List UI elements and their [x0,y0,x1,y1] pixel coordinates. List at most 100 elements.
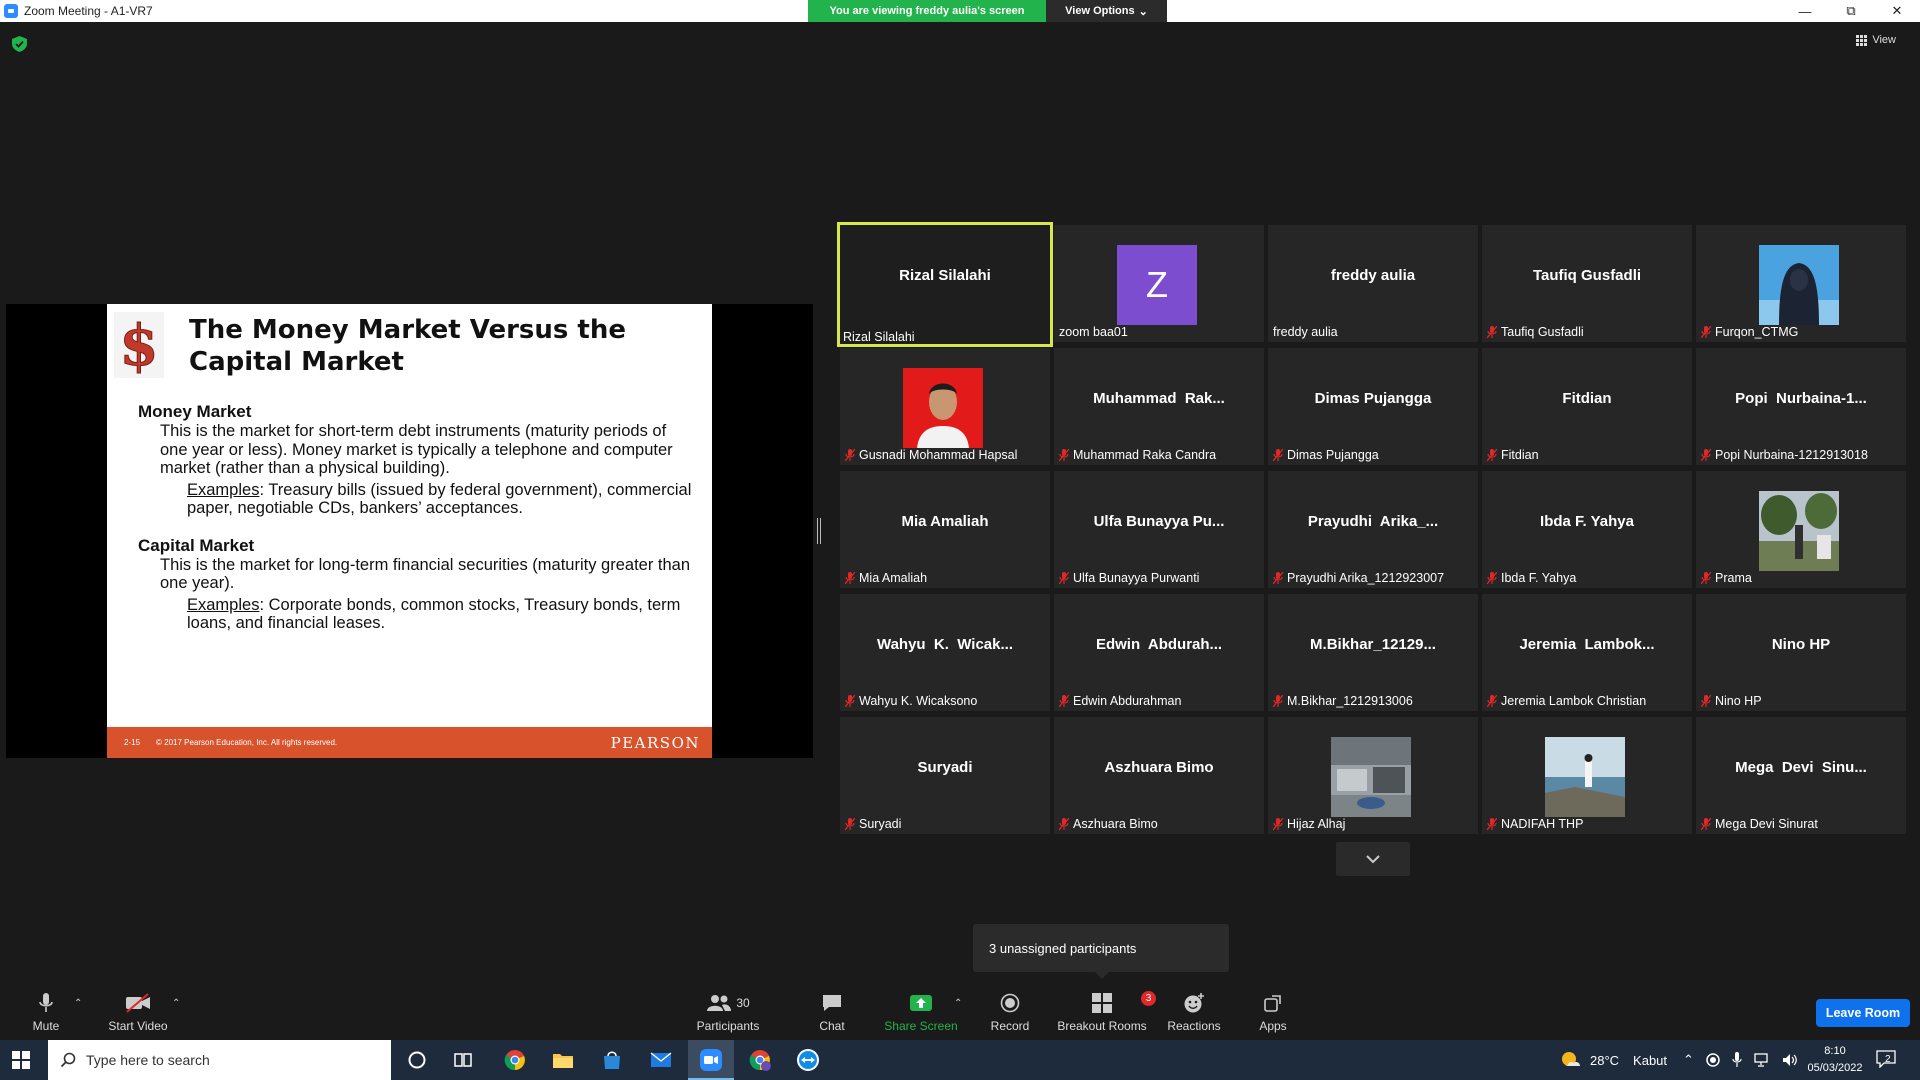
video-options-caret-icon[interactable]: ⌃ [172,998,180,1009]
participant-tile[interactable]: M.Bikhar_12129... M.Bikhar_1212913006 [1268,594,1478,711]
participant-tile[interactable]: freddy aulia freddy aulia [1268,225,1478,342]
leave-room-button[interactable]: Leave Room [1816,999,1910,1027]
participant-name: Furqon_CTMG [1715,325,1799,339]
participant-tile[interactable]: Aszhuara Bimo Aszhuara Bimo [1054,717,1264,834]
participant-name-label: Mega Devi Sinurat [1701,817,1818,831]
search-placeholder: Type here to search [86,1052,210,1068]
windows-start-icon[interactable] [12,1051,30,1069]
participant-tile[interactable]: Zzoom baa01 [1054,225,1264,342]
muted-mic-icon [1059,449,1069,461]
chevron-up-icon[interactable]: ⌃ [1683,1052,1694,1068]
microphone-tray-icon[interactable] [1732,1052,1742,1068]
cortana-icon[interactable] [405,1048,429,1072]
participant-name: Edwin Abdurahman [1073,694,1182,708]
mute-button[interactable]: Mute [6,990,86,1036]
chrome-icon[interactable] [503,1048,527,1072]
file-explorer-icon[interactable] [551,1048,575,1072]
participant-display-name: Mega Devi Sinu... [1735,759,1867,776]
record-button[interactable]: Record [970,990,1050,1036]
audio-options-caret-icon[interactable]: ⌃ [74,998,82,1009]
teamviewer-icon[interactable] [796,1048,820,1072]
participant-tile[interactable]: NADIFAH THP [1482,717,1692,834]
section-examples: Examples: Treasury bills (issued by fede… [138,481,693,518]
record-tray-icon[interactable] [1706,1053,1720,1067]
apps-button[interactable]: Apps [1233,990,1313,1036]
participant-tile[interactable]: Popi Nurbaina-1... Popi Nurbaina-12129130… [1696,348,1906,465]
start-video-button[interactable]: Start Video [98,990,178,1036]
section-text: This is the market for short-term debt i… [160,422,673,477]
security-shield-icon[interactable] [12,36,27,52]
restore-button[interactable]: ⧉ [1828,0,1874,22]
muted-mic-icon [1701,695,1711,707]
participant-name-label: zoom baa01 [1059,325,1128,339]
participant-name-label: Prama [1701,571,1752,585]
task-view-icon[interactable] [451,1048,475,1072]
split-view-handle[interactable] [817,518,821,544]
weather-widget[interactable]: 28°C Kabut [1560,1040,1667,1080]
participant-display-name: Ulfa Bunayya Pu... [1093,513,1225,530]
participant-tile[interactable]: Mega Devi Sinu... Mega Devi Sinurat [1696,717,1906,834]
volume-icon[interactable] [1782,1053,1798,1067]
zoom-taskbar-item[interactable] [688,1040,734,1080]
participant-name: Ulfa Bunayya Purwanti [1073,571,1200,585]
participant-name: freddy aulia [1273,325,1338,339]
participant-display-name: Rizal Silalahi [899,267,991,284]
participant-tile[interactable]: Suryadi Suryadi [840,717,1050,834]
participant-tile[interactable]: Dimas Pujangga Dimas Pujangga [1268,348,1478,465]
breakout-rooms-button[interactable]: 3 Breakout Rooms [1057,990,1156,1036]
participant-photo [1331,737,1411,817]
chrome-profile-icon[interactable] [748,1048,772,1072]
participant-avatar: Z [1117,245,1197,325]
participant-tile[interactable]: Rizal Silalahi Rizal Silalahi [837,222,1053,347]
participant-name-label: Muhammad Raka Candra [1059,448,1216,462]
view-label: View [1872,34,1896,46]
capital-market-section: Capital Market This is the market for lo… [138,536,693,633]
participant-display-name: Ibda F. Yahya [1540,513,1634,530]
chat-button[interactable]: Chat [792,990,872,1036]
participant-name: Dimas Pujangga [1287,448,1379,462]
microphone-icon [39,993,53,1012]
participant-tile[interactable]: Taufiq Gusfadli Taufiq Gusfadli [1482,225,1692,342]
taskbar-clock[interactable]: 8:10 05/03/2022 [1800,1043,1870,1077]
reactions-button[interactable]: Reactions [1154,990,1234,1036]
participant-name: Fitdian [1501,448,1539,462]
muted-mic-icon [845,572,855,584]
participant-name: Rizal Silalahi [843,330,915,344]
participant-tile[interactable]: Prama [1696,471,1906,588]
taskbar-search-box[interactable]: Type here to search [48,1040,391,1080]
participant-tile[interactable]: Jeremia Lambok... Jeremia Lambok Christia… [1482,594,1692,711]
participant-tile[interactable]: Ibda F. Yahya Ibda F. Yahya [1482,471,1692,588]
network-icon[interactable] [1754,1053,1770,1067]
participant-name: Jeremia Lambok Christian [1501,694,1647,708]
participant-tile[interactable]: Wahyu K. Wicak... Wahyu K. Wicaksono [840,594,1050,711]
participant-tile[interactable]: Fitdian Fitdian [1482,348,1692,465]
participant-name-label: Aszhuara Bimo [1059,817,1158,831]
next-page-button[interactable] [1336,842,1410,876]
share-options-caret-icon[interactable]: ⌃ [954,998,962,1009]
participant-tile[interactable]: Mia Amaliah Mia Amaliah [840,471,1050,588]
participants-button[interactable]: 30 Participants [688,990,768,1036]
notification-center[interactable]: 2 [1876,1050,1900,1070]
participant-tile[interactable]: Prayudhi Arika_... Prayudhi Arika_1212923… [1268,471,1478,588]
share-screen-button[interactable]: Share Screen [881,990,961,1036]
minimize-button[interactable]: — [1782,0,1828,22]
muted-mic-icon [1273,818,1283,830]
view-options-button[interactable]: View Options ⌄ [1046,0,1167,22]
participant-tile[interactable]: Hijaz Alhaj [1268,717,1478,834]
muted-mic-icon [845,818,855,830]
participant-tile[interactable]: Ulfa Bunayya Pu... Ulfa Bunayya Purwanti [1054,471,1264,588]
participant-tile[interactable]: Gusnadi Mohammad Hapsal [840,348,1050,465]
participant-photo [903,368,983,448]
section-text: This is the market for long-term financi… [160,555,691,593]
examples-label: Examples [187,595,260,614]
participant-tile[interactable]: Muhammad Rak... Muhammad Raka Candra [1054,348,1264,465]
participant-tile[interactable]: Furqon_CTMG [1696,225,1906,342]
chevron-down-icon [1366,855,1380,864]
participant-tile[interactable]: Nino HP Nino HP [1696,594,1906,711]
gallery-view-button[interactable]: View [1856,34,1896,46]
participant-tile[interactable]: Edwin Abdurah... Edwin Abdurahman [1054,594,1264,711]
mail-icon[interactable] [649,1048,673,1072]
microsoft-store-icon[interactable] [600,1048,624,1072]
participant-name: Mega Devi Sinurat [1715,817,1818,831]
close-window-button[interactable]: ✕ [1874,0,1920,22]
